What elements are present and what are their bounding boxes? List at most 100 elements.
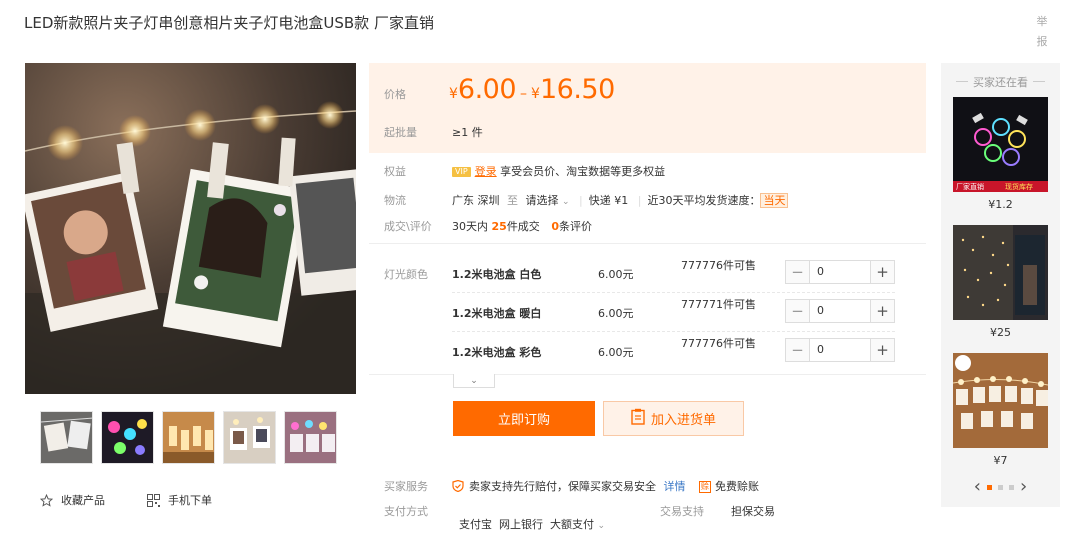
recommended-price: ¥1.2 [988,198,1013,211]
sold-suffix: 件成交 [506,220,540,233]
recommended-product-2[interactable] [953,225,1048,320]
clipboard-icon [631,408,645,429]
payment-methods: 支付宝 网上银行 大额支付 [459,518,594,531]
guarantee-text: 卖家支持先行赔付，保障买家交易安全 [469,480,656,493]
price-separator: – [520,86,528,102]
recommended-price: ¥7 [993,454,1008,467]
benefits-text: 享受会员价、淘宝数据等更多权益 [500,165,666,178]
thumbnail-strip [40,411,337,464]
mobile-order-button[interactable]: 手机下单 [147,492,212,508]
chevron-down-icon: ⌄ [562,197,570,207]
sidebar-title: 买家还在看 [941,74,1060,90]
quantity-stepper[interactable]: − 0 + [785,260,895,284]
credit-badge: 赊 [699,481,711,493]
favorite-label: 收藏产品 [61,494,105,507]
page-dot[interactable] [1009,484,1014,490]
thumbnail-1[interactable] [40,411,93,464]
mobile-order-label: 手机下单 [168,494,212,507]
payment-label: 支付方式 [384,505,428,518]
services-row: 卖家支持先行赔付，保障买家交易安全 详情 赊免费赊账 [452,478,759,494]
quantity-input[interactable]: 0 [810,261,870,283]
thumbnail-4[interactable] [223,411,276,464]
vip-badge: VIP [452,167,471,177]
row-divider [452,331,895,332]
plus-icon[interactable]: + [870,339,894,361]
banner-right: 现货库存 [1005,182,1033,191]
shield-icon [452,479,464,493]
free-credit-text: 免费赊账 [715,480,759,493]
variant-name: 1.2米电池盒 暖白 [452,307,542,320]
add-to-cart-button[interactable]: 加入进货单 [603,401,744,436]
quantity-stepper[interactable]: − 0 + [785,299,895,323]
review-count[interactable]: 0 [551,220,559,233]
recommended-price: ¥25 [990,326,1011,339]
destination-select[interactable]: 请选择 ⌄ [526,194,570,207]
expand-variants-button[interactable]: ⌄ [453,374,495,388]
thumbnail-5[interactable] [284,411,337,464]
variant-label: 灯光颜色 [384,268,428,281]
price-low: 6.00 [457,74,517,105]
services-label: 买家服务 [384,480,428,493]
variant-stock: 777776件可售 [681,259,756,272]
moq-value: ≥1 件 [452,126,483,139]
quantity-input[interactable]: 0 [810,300,870,322]
product-title: LED新款照片夹子灯串创意相片夹子灯电池盒USB款 厂家直销 [24,14,434,32]
page-dot-active[interactable] [987,484,992,490]
minus-icon[interactable]: − [786,261,810,283]
destination-select-label: 请选择 [525,194,559,207]
qr-code-icon [147,493,160,507]
row-divider [452,292,895,293]
to-text: 至 [507,194,518,207]
benefits-row: VIP 登录 享受会员价、淘宝数据等更多权益 [452,163,665,179]
reviews-prefix: 30天内 [452,220,488,233]
chevron-right-icon[interactable]: › [1020,478,1027,496]
quantity-stepper[interactable]: − 0 + [785,338,895,362]
add-to-cart-label: 加入进货单 [650,413,716,428]
benefits-label: 权益 [384,165,406,178]
trade-support-value: 担保交易 [731,505,775,518]
price-label: 价格 [384,88,406,101]
main-product-image[interactable] [25,63,356,394]
recommended-product-3[interactable] [953,353,1048,448]
variant-name: 1.2米电池盒 白色 [452,268,542,281]
moq-label: 起批量 [384,126,417,139]
logistics-row: 广东 深圳 至 请选择 ⌄ | 快递 ¥1 | 近30天平均发货速度： 当天 [452,192,789,208]
thumbnail-3[interactable] [162,411,215,464]
star-icon [40,493,53,507]
price-high: 16.50 [539,74,615,105]
reviews-label: 成交\评价 [384,220,432,233]
express-fee: 快递 ¥1 [588,194,629,207]
banner-left: 厂家直销 [956,182,984,191]
minus-icon[interactable]: − [786,300,810,322]
recommended-product-1[interactable]: 厂家直销 现货库存 [953,97,1048,192]
logistics-label: 物流 [384,194,406,207]
variant-stock: 777776件可售 [681,337,756,350]
trade-support-label: 交易支持 [660,505,704,518]
chevron-down-icon: ⌄ [597,521,606,531]
review-suffix[interactable]: 条评价 [559,220,592,233]
report-link[interactable]: 举报 [1036,12,1048,52]
variant-price: 6.00元 [598,307,634,320]
currency-symbol: ¥ [531,86,540,102]
origin-location: 广东 深圳 [452,194,500,207]
variant-price: 6.00元 [598,346,634,359]
login-link[interactable]: 登录 [475,165,497,178]
price-range: ¥6.00– ¥16.50 [449,74,615,105]
ship-speed-label: 近30天平均发货速度： [647,194,761,207]
ship-speed-value: 当天 [760,193,789,208]
minus-icon[interactable]: − [786,339,810,361]
payment-row[interactable]: 支付宝 网上银行 大额支付 ⌄ [452,503,605,532]
thumbnail-2[interactable] [101,411,154,464]
order-now-button[interactable]: 立即订购 [453,401,595,436]
favorite-product-button[interactable]: 收藏产品 [40,492,105,508]
chevron-left-icon[interactable]: ‹ [974,478,981,496]
plus-icon[interactable]: + [870,300,894,322]
reviews-row: 30天内 25件成交 0条评价 [452,218,592,234]
quantity-input[interactable]: 0 [810,339,870,361]
page-dot[interactable] [998,484,1003,490]
chevron-down-icon: ⌄ [470,375,478,386]
details-link[interactable]: 详情 [664,480,686,493]
section-divider [369,243,926,244]
sidebar-pagination: ‹ › [941,478,1060,496]
plus-icon[interactable]: + [870,261,894,283]
